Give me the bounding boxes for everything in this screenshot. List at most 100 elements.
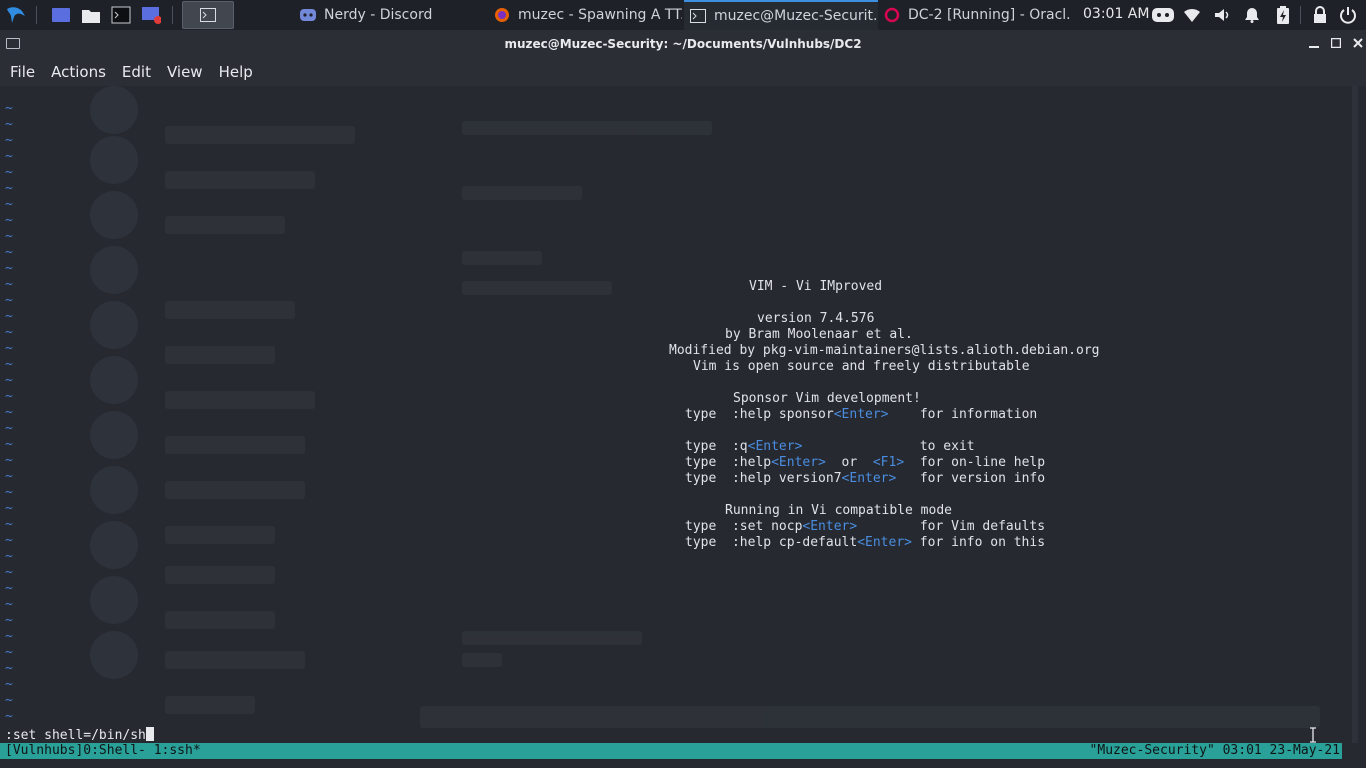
- vim-tilde: ~: [5, 709, 13, 724]
- minimize-icon[interactable]: [1306, 35, 1322, 51]
- window-title: muzec@Muzec-Security: ~/Documents/Vulnhu…: [504, 37, 862, 51]
- vim-intro-text: for on-line help: [904, 455, 1046, 470]
- vim-tilde: ~: [5, 549, 13, 564]
- vim-intro-text: type :help sponsor: [685, 407, 834, 422]
- discord-icon: [300, 7, 316, 23]
- task-discord[interactable]: Nerdy - Discord: [294, 0, 484, 30]
- debian-icon: [884, 7, 900, 23]
- vim-tilde: ~: [5, 581, 13, 596]
- taskbar-separator: [172, 6, 173, 24]
- vim-intro-line: [0, 487, 1366, 503]
- menu-edit[interactable]: Edit: [122, 63, 151, 81]
- volume-icon[interactable]: [1213, 6, 1231, 24]
- vim-intro-line: type :q<Enter> to exit: [0, 439, 1366, 455]
- vim-intro-line: type :help cp-default<Enter> for info on…: [0, 535, 1366, 551]
- vim-tilde: ~: [5, 165, 13, 180]
- vim-intro-line: type :help sponsor<Enter> for informatio…: [0, 407, 1366, 423]
- task-label: muzec@Muzec-Securit...: [714, 8, 878, 24]
- discord-icon[interactable]: [1152, 6, 1174, 24]
- vim-intro-text: to exit: [802, 439, 975, 454]
- maximize-icon[interactable]: [1328, 35, 1344, 51]
- menu-file[interactable]: File: [10, 63, 35, 81]
- lock-icon[interactable]: [1311, 6, 1329, 24]
- vim-tilde: ~: [5, 677, 13, 692]
- task-label: muzec - Spawning A TT...: [518, 7, 682, 23]
- menu-view[interactable]: View: [167, 63, 203, 81]
- vim-command-line[interactable]: :set shell=/bin/sh: [5, 727, 154, 743]
- vim-intro-text: type :help version7: [685, 471, 842, 486]
- vim-intro-line: [0, 295, 1366, 311]
- file-manager-icon[interactable]: [81, 5, 101, 25]
- menu-bar: File Actions Edit View Help: [0, 58, 1366, 86]
- vim-intro-line: Modified by pkg-vim-maintainers@lists.al…: [669, 343, 1100, 358]
- vim-intro-line: by Bram Moolenaar et al.: [725, 327, 913, 342]
- vim-tilde: ~: [5, 565, 13, 580]
- active-terminal-button[interactable]: [182, 1, 234, 29]
- vim-tilde: ~: [5, 197, 13, 212]
- terminal-scrollbar[interactable]: [1352, 86, 1358, 743]
- vim-tilde: ~: [5, 613, 13, 628]
- taskbar-separator: [1300, 6, 1301, 24]
- vim-intro-text: type :help cp-default: [685, 535, 858, 550]
- task-label: DC-2 [Running] - Oracl...: [908, 7, 1072, 23]
- notification-bell-icon[interactable]: [1243, 6, 1261, 24]
- vim-intro-line: VIM - Vi IMproved: [749, 279, 883, 294]
- vim-key-hint: <Enter>: [747, 439, 803, 454]
- vim-intro-text: for info on this: [911, 535, 1046, 550]
- vim-tilde: ~: [5, 133, 13, 148]
- taskbar: Nerdy - Discord muzec - Spawning A TT...…: [0, 0, 1366, 30]
- task-firefox[interactable]: muzec - Spawning A TT...: [488, 0, 682, 30]
- terminal-area[interactable]: ~ ~ ~ ~ ~ ~ ~ ~ ~ ~ ~ ~ ~ ~ ~ ~ ~ ~ ~ ~ ~ ~ ~ ~ ~ ~ ~ ~ ~ ~ ~ ~ ~ ~ ~ ~ ~ ~ ~ …: [0, 86, 1366, 768]
- vim-key-hint: <Enter>: [802, 519, 858, 534]
- vim-command-text: :set shell=/bin/sh: [5, 728, 146, 743]
- screen-recorder-icon[interactable]: [141, 5, 161, 25]
- tmux-status-bar: [Vulnhubs]0:Shell- 1:ssh* "Muzec-Securit…: [0, 743, 1342, 759]
- vim-intro-line: type :help version7<Enter> for version i…: [0, 471, 1366, 487]
- vim-tilde: ~: [5, 101, 13, 116]
- vim-intro-text: for version info: [896, 471, 1046, 486]
- close-icon[interactable]: [1350, 35, 1366, 51]
- vim-intro-line: Vim is open source and freely distributa…: [693, 359, 1030, 374]
- kali-menu-icon[interactable]: [4, 3, 28, 27]
- taskbar-separator: [36, 6, 37, 24]
- vim-intro-line: type :help<Enter> or <F1> for on-line he…: [0, 455, 1366, 471]
- vim-key-hint: <Enter>: [857, 535, 912, 550]
- vim-tilde: ~: [5, 693, 13, 708]
- vim-key-hint: <Enter>: [841, 471, 897, 486]
- battery-icon[interactable]: [1274, 6, 1292, 24]
- vim-tilde: ~: [5, 245, 13, 260]
- clock[interactable]: 03:01 AM: [1083, 6, 1149, 22]
- vim-intro-line: [0, 375, 1366, 391]
- text-cursor: [145, 727, 154, 741]
- terminal-launcher-icon[interactable]: [111, 5, 131, 25]
- vim-intro-line: Running in Vi compatible mode: [725, 503, 952, 518]
- menu-actions[interactable]: Actions: [51, 63, 106, 81]
- task-label: Nerdy - Discord: [324, 7, 433, 23]
- menu-help[interactable]: Help: [219, 63, 253, 81]
- vim-key-hint: <Enter>: [833, 407, 889, 422]
- vim-tilde: ~: [5, 597, 13, 612]
- workspace-icon[interactable]: [51, 5, 71, 25]
- mouse-ibeam-cursor-icon: [1309, 727, 1317, 743]
- vim-intro-line: version 7.4.576: [757, 311, 875, 326]
- vim-intro-text: type :q: [685, 439, 748, 454]
- terminal-icon: [690, 8, 706, 24]
- vim-key-hint: <F1>: [872, 455, 905, 470]
- tmux-window-list[interactable]: [Vulnhubs]0:Shell- 1:ssh*: [5, 743, 201, 759]
- power-icon[interactable]: [1339, 6, 1357, 24]
- vim-key-hint: <Enter>: [771, 455, 826, 470]
- vim-tilde: ~: [5, 149, 13, 164]
- vim-tilde: ~: [5, 645, 13, 660]
- vim-intro-screen: VIM - Vi IMproved version 7.4.576 by Bram …: [0, 279, 1366, 551]
- vim-tilde: ~: [5, 661, 13, 676]
- vim-intro-text: for Vim defaults: [857, 519, 1046, 534]
- window-titlebar[interactable]: muzec@Muzec-Security: ~/Documents/Vulnhu…: [0, 30, 1366, 58]
- vim-tilde: ~: [5, 229, 13, 244]
- task-virtualbox[interactable]: DC-2 [Running] - Oracl...: [878, 0, 1072, 30]
- task-terminal[interactable]: muzec@Muzec-Securit...: [684, 0, 878, 30]
- vim-intro-line: Sponsor Vim development!: [733, 391, 921, 406]
- vim-tilde: ~: [5, 213, 13, 228]
- vim-tilde: ~: [5, 261, 13, 276]
- vim-tilde: ~: [5, 181, 13, 196]
- wifi-icon[interactable]: [1183, 6, 1201, 24]
